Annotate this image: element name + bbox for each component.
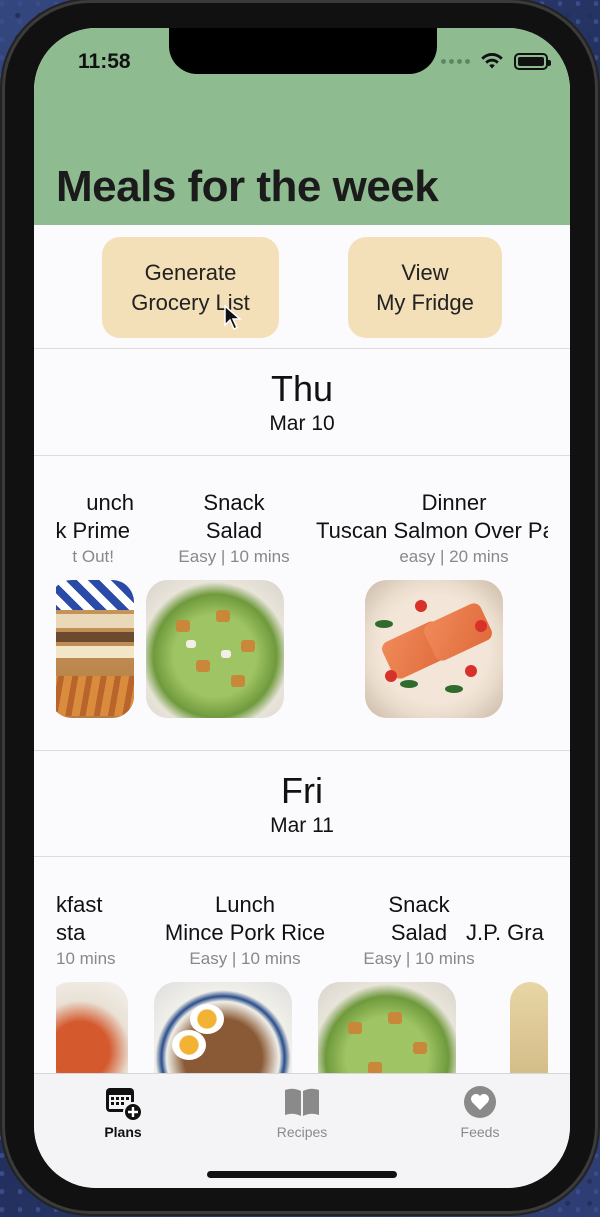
meal-type: Lunch — [215, 892, 275, 917]
meal-meta: easy | 20 mins — [399, 547, 509, 566]
meal-name: Tuscan Salmon Over Pas — [316, 518, 548, 543]
app-screen: 11:58 Meals for the week Generate Grocer… — [34, 28, 570, 1188]
meal-image-salad[interactable] — [146, 580, 284, 718]
signal-icon — [441, 58, 470, 64]
divider — [34, 455, 570, 456]
meal-card-thu-snack[interactable]: Snack Salad Easy | 10 mins — [159, 489, 309, 569]
page-title: Meals for the week — [56, 162, 439, 211]
meal-type: kfast — [56, 892, 103, 917]
meal-image-salmon[interactable] — [365, 580, 503, 718]
tab-plans[interactable]: Plans — [63, 1082, 183, 1140]
grocery-button-line1: Generate — [144, 259, 237, 285]
book-icon — [282, 1082, 322, 1122]
day-date: Mar 11 — [270, 814, 334, 837]
meal-name: Salad — [205, 518, 263, 543]
tab-feeds[interactable]: Feeds — [420, 1082, 540, 1140]
notch — [169, 28, 437, 74]
meal-name: sta — [56, 920, 86, 945]
meal-type: I — [466, 891, 549, 919]
meal-meta: Easy | 10 mins — [178, 547, 290, 566]
meal-image-pasta[interactable] — [56, 982, 128, 1073]
tab-label: Plans — [104, 1124, 142, 1140]
fridge-button-line1: View — [401, 259, 449, 285]
meal-name: J.P. Gra — [466, 920, 544, 945]
meal-image-salad[interactable] — [318, 982, 456, 1073]
device-frame: 11:58 Meals for the week Generate Grocer… — [2, 0, 598, 1214]
meal-card-fri-dinner[interactable]: I J.P. Gra I — [466, 891, 548, 971]
status-icons — [441, 52, 551, 70]
tab-label: Feeds — [460, 1124, 500, 1140]
divider — [34, 348, 570, 349]
tab-label: Recipes — [276, 1124, 328, 1140]
meal-meta: 10 mins — [56, 949, 116, 968]
generate-grocery-list-button[interactable]: Generate Grocery List — [102, 237, 279, 338]
meal-name: Mince Pork Rice — [164, 920, 326, 945]
wifi-icon — [481, 53, 503, 69]
meal-type: Snack — [203, 490, 265, 515]
divider — [34, 750, 570, 751]
meal-type: Dinner — [421, 490, 487, 515]
status-time: 11:58 — [78, 50, 131, 73]
meal-name: k Prime — [56, 518, 130, 543]
meal-card-thu-lunch[interactable]: unch k Prime t Out! — [56, 489, 136, 569]
meal-card-thu-dinner[interactable]: Dinner Tuscan Salmon Over Pas easy | 20 … — [314, 489, 548, 569]
day-name: Fri — [281, 770, 323, 811]
meal-image-pork-rice[interactable] — [154, 982, 292, 1073]
heart-icon — [460, 1082, 500, 1122]
calendar-plus-icon — [103, 1082, 143, 1122]
view-my-fridge-button[interactable]: View My Fridge — [348, 237, 502, 338]
mouse-pointer-icon — [224, 305, 242, 331]
meal-image-sandwich[interactable] — [56, 580, 134, 718]
meal-card-fri-lunch[interactable]: Lunch Mince Pork Rice Easy | 10 mins — [156, 891, 334, 971]
meal-row-fri[interactable]: kfast sta 10 mins Lunch Mince Pork Rice … — [56, 891, 548, 1073]
home-indicator[interactable] — [207, 1171, 397, 1178]
meal-image-dinner[interactable] — [510, 982, 548, 1073]
header: 11:58 Meals for the week — [34, 28, 570, 225]
fridge-button-line2: My Fridge — [376, 289, 474, 315]
meal-meta: I — [466, 947, 548, 971]
day-name: Thu — [270, 368, 334, 409]
meal-row-thu[interactable]: unch k Prime t Out! Snack Salad Easy | 1… — [56, 489, 548, 719]
day-date: Mar 10 — [269, 412, 335, 435]
meal-type: unch — [86, 490, 134, 515]
tab-recipes[interactable]: Recipes — [242, 1082, 362, 1140]
divider — [34, 856, 570, 857]
meal-card-fri-breakfast[interactable]: kfast sta 10 mins — [56, 891, 136, 971]
battery-icon — [514, 52, 551, 70]
meal-meta: t Out! — [72, 547, 114, 566]
meal-meta: Easy | 10 mins — [189, 949, 301, 968]
